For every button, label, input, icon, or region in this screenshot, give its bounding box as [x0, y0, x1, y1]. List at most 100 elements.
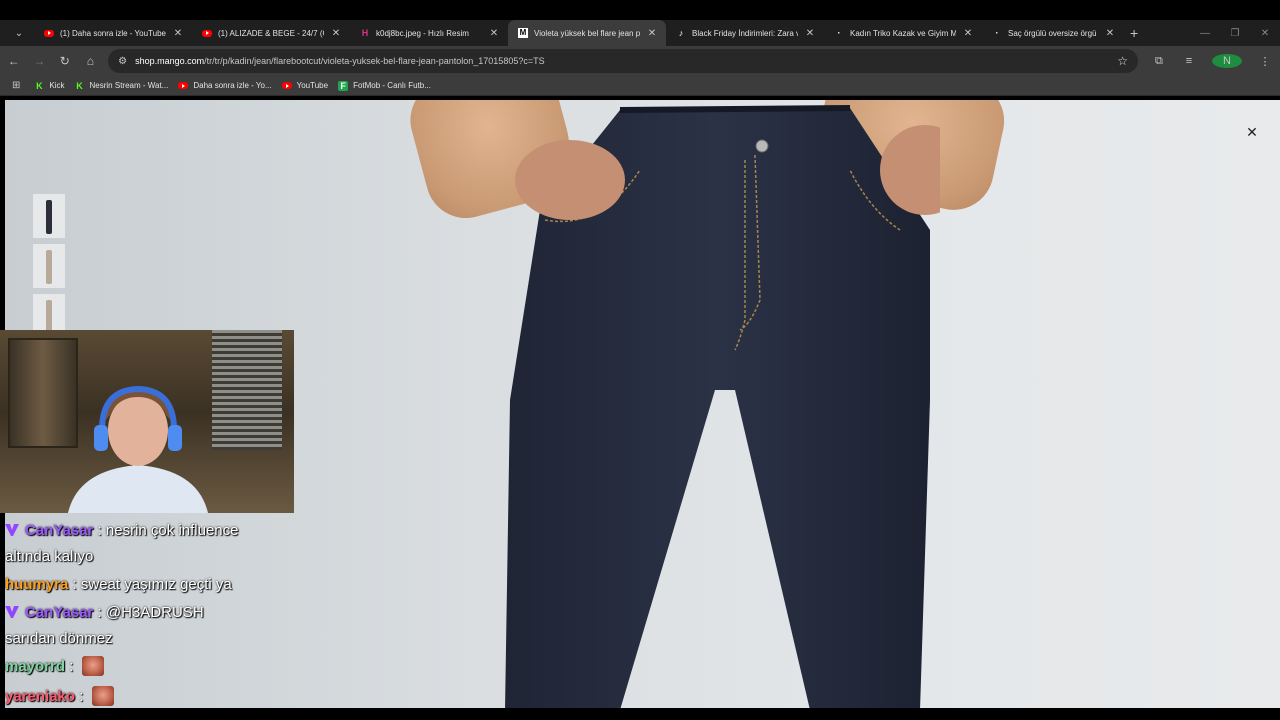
window-close-icon[interactable]: ✕ — [1250, 28, 1280, 39]
media-controls-icon[interactable]: ≡ — [1174, 55, 1204, 67]
chat-message: huumyra : sweat yaşımız geçti ya — [5, 570, 295, 600]
chat-badge-icon — [5, 524, 19, 536]
close-icon[interactable]: ✕ — [330, 28, 342, 39]
thumbnail-strip — [33, 194, 65, 338]
youtube-icon — [44, 28, 54, 38]
tab-title: (1) Daha sonra izle - YouTube — [60, 28, 166, 38]
h-icon: H — [361, 28, 369, 38]
tab-hizli-resim[interactable]: H k0dj8bc.jpeg - Hızlı Resim ✕ — [350, 20, 508, 46]
stream-chat: CanYasar : nesrin çok influence altında … — [5, 518, 295, 712]
webcam-streamer — [68, 385, 208, 513]
reload-button[interactable]: ↻ — [53, 49, 77, 73]
tab-title: Black Friday İndirimleri: Zara ve — [692, 28, 798, 38]
chat-username[interactable]: CanYasar — [25, 522, 93, 539]
tiktok-icon: ♪ — [678, 28, 684, 38]
tab-title: k0dj8bc.jpeg - Hızlı Resim — [376, 28, 469, 38]
chat-message: mayorrd : — [5, 652, 295, 682]
chat-separator: : — [75, 688, 88, 705]
menu-icon[interactable]: ⋮ — [1250, 55, 1280, 68]
close-icon[interactable]: ✕ — [1104, 28, 1116, 39]
kick-icon: K — [36, 80, 43, 91]
chat-message: CanYasar : @H3ADRUSH — [5, 600, 295, 626]
chat-badge-icon — [5, 606, 19, 618]
address-bar[interactable]: ⚙ shop.mango.com/tr/tr/p/kadin/jean/flar… — [108, 49, 1138, 73]
tab-kadin-triko[interactable]: · Kadın Triko Kazak ve Giyim Modelleri ✕ — [824, 20, 982, 46]
toolbar-actions: ⧉ ≡ N ⋮ — [1144, 54, 1280, 68]
close-icon[interactable]: ✕ — [646, 28, 658, 39]
browser-window: ⌄ (1) Daha sonra izle - YouTube ✕ (1) AL… — [0, 0, 1280, 720]
restore-icon[interactable]: ❐ — [1220, 28, 1250, 39]
bookmark-label: Kick — [49, 81, 65, 90]
webcam-overlay — [0, 330, 294, 513]
thumbnail-item[interactable] — [33, 194, 65, 238]
emote-icon — [91, 686, 114, 706]
tab-black-friday[interactable]: ♪ Black Friday İndirimleri: Zara ve ✕ — [666, 20, 824, 46]
youtube-icon — [178, 81, 189, 91]
bookmark-label: FotMob - Canlı Futb... — [353, 81, 431, 90]
bookmark-label: Daha sonra izle - Yo... — [193, 81, 272, 90]
product-image-jeans — [505, 105, 940, 708]
youtube-icon — [202, 28, 212, 38]
chat-separator: : — [93, 604, 106, 621]
bookmark-kick[interactable]: K Kick — [34, 81, 64, 91]
zara-icon: · — [837, 28, 841, 38]
chat-username[interactable]: huumyra — [5, 576, 68, 593]
zara-icon: · — [995, 28, 999, 38]
tab-alizade-bege[interactable]: (1) ALIZADE & BEGE - 24/7 (OFFICIAL ✕ — [192, 20, 350, 46]
window-controls: — ❐ ✕ — [1190, 20, 1280, 46]
fotmob-icon: F — [338, 80, 349, 91]
emote-icon — [81, 656, 104, 676]
kick-icon: K — [76, 80, 83, 91]
youtube-icon — [281, 81, 292, 91]
bookmark-label: YouTube — [296, 81, 329, 90]
chat-message-continuation: altında kalıyo — [5, 548, 94, 565]
apps-grid-icon[interactable]: ⊞ — [12, 80, 20, 91]
tab-title: (1) ALIZADE & BEGE - 24/7 (OFFICIAL — [218, 28, 324, 38]
extensions-icon[interactable]: ⧉ — [1144, 55, 1174, 68]
forward-button[interactable]: → — [28, 49, 52, 73]
bookmark-nesrin-stream[interactable]: K Nesrin Stream - Wat... — [75, 80, 169, 91]
chat-username[interactable]: CanYasar — [25, 604, 93, 621]
bookmarks-bar: ⊞ K Kick K Nesrin Stream - Wat... Daha s… — [0, 76, 1280, 96]
bookmark-youtube[interactable]: YouTube — [281, 81, 329, 91]
chat-text: sweat yaşımız geçti ya — [80, 576, 232, 593]
chat-username[interactable]: yareniako — [5, 688, 75, 705]
close-icon[interactable]: ✕ — [804, 28, 816, 39]
chat-message-continuation: sarıdan dönmez — [5, 630, 113, 647]
bookmark-watch-later[interactable]: Daha sonra izle - Yo... — [178, 81, 272, 91]
home-button[interactable]: ⌂ — [79, 49, 103, 73]
chat-message: CanYasar : nesrin çok influence — [5, 518, 295, 544]
chat-text: @H3ADRUSH — [105, 604, 204, 621]
tab-title: Violeta yüksek bel flare jean pantolon — [534, 28, 640, 38]
close-icon[interactable]: ✕ — [962, 28, 974, 39]
tab-sac-orgulu[interactable]: · Saç örgülü oversize örgü yelek ✕ — [982, 20, 1124, 46]
webcam-background-blinds — [212, 330, 282, 450]
url-path: /tr/tr/p/kadin/jean/flarebootcut/violeta… — [204, 56, 545, 66]
tab-title: Kadın Triko Kazak ve Giyim Modelleri — [850, 28, 956, 38]
thumbnail-item[interactable] — [33, 244, 65, 288]
tab-mango-violeta[interactable]: M Violeta yüksek bel flare jean pantolon… — [508, 20, 666, 46]
bookmark-label: Nesrin Stream - Wat... — [89, 81, 169, 90]
minimize-icon[interactable]: — — [1190, 28, 1220, 39]
chat-text: nesrin çok influence — [105, 522, 239, 539]
chat-separator: : — [93, 522, 106, 539]
tab-strip: ⌄ (1) Daha sonra izle - YouTube ✕ (1) AL… — [0, 20, 1280, 46]
back-button[interactable]: ← — [2, 49, 26, 73]
close-viewer-icon[interactable]: ✕ — [1242, 122, 1262, 142]
tab-youtube-watch-later[interactable]: (1) Daha sonra izle - YouTube ✕ — [34, 20, 192, 46]
bookmark-star-icon[interactable]: ☆ — [1117, 54, 1128, 68]
chat-username[interactable]: mayorrd — [5, 658, 65, 675]
site-settings-icon[interactable]: ⚙ — [118, 56, 127, 67]
close-icon[interactable]: ✕ — [488, 28, 500, 39]
bookmark-fotmob[interactable]: F FotMob - Canlı Futb... — [338, 80, 431, 91]
chat-separator: : — [68, 576, 81, 593]
tab-title: Saç örgülü oversize örgü yelek — [1008, 28, 1098, 38]
new-tab-button[interactable]: + — [1130, 25, 1138, 41]
profile-avatar[interactable]: N — [1211, 54, 1242, 68]
chat-message: yareniako : — [5, 682, 295, 712]
close-icon[interactable]: ✕ — [172, 28, 184, 39]
tab-search-chevron-icon[interactable]: ⌄ — [8, 23, 30, 43]
browser-toolbar: ← → ↻ ⌂ ⚙ shop.mango.com/tr/tr/p/kadin/j… — [0, 46, 1280, 76]
mango-icon: M — [518, 28, 528, 38]
chat-separator: : — [65, 658, 78, 675]
